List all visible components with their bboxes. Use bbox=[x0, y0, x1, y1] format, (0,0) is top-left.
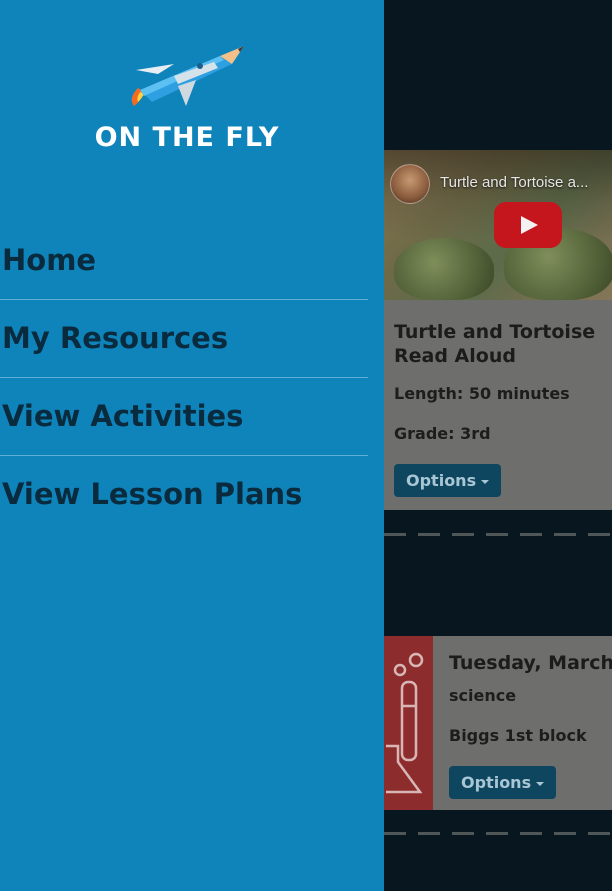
nav-item-home[interactable]: Home bbox=[0, 222, 368, 300]
channel-avatar bbox=[390, 164, 430, 204]
lesson-plan-subject: science bbox=[449, 686, 517, 705]
flask-icon bbox=[384, 636, 433, 810]
lesson-plan-card: Tuesday, March 9 science Biggs 1st block… bbox=[384, 636, 612, 810]
pencil-rocket-logo-icon bbox=[131, 46, 244, 106]
resource-length: Length: 50 minutes bbox=[394, 384, 570, 403]
video-embed[interactable]: Turtle and Tortoise a... bbox=[384, 150, 612, 300]
nav-item-my-resources[interactable]: My Resources bbox=[0, 300, 368, 378]
nav-item-view-activities[interactable]: View Activities bbox=[0, 378, 368, 456]
caret-down-icon bbox=[481, 479, 490, 484]
nav-menu: Home My Resources View Activities View L… bbox=[0, 222, 368, 533]
lesson-plan-date[interactable]: Tuesday, March 9 bbox=[449, 650, 612, 676]
options-button[interactable]: Options bbox=[394, 464, 502, 497]
app-logo[interactable]: ON THE FLY bbox=[92, 40, 282, 160]
brand-name: ON THE FLY bbox=[94, 122, 280, 153]
resource-card: Turtle and Tortoise a... Turtle and Tort… bbox=[384, 150, 612, 510]
options-button[interactable]: Options bbox=[449, 766, 557, 799]
play-icon[interactable] bbox=[494, 202, 562, 248]
divider bbox=[384, 832, 612, 835]
lesson-plan-block: Biggs 1st block bbox=[449, 726, 587, 745]
divider bbox=[384, 533, 612, 536]
resource-grade: Grade: 3rd bbox=[394, 424, 491, 443]
resource-title[interactable]: Turtle and Tortoise Read Aloud bbox=[394, 320, 612, 368]
video-title: Turtle and Tortoise a... bbox=[440, 174, 589, 191]
resource-card-body: Turtle and Tortoise Read Aloud Length: 5… bbox=[394, 320, 612, 497]
turtle-image bbox=[394, 238, 494, 300]
navigation-drawer: ON THE FLY Home My Resources View Activi… bbox=[0, 0, 384, 891]
caret-down-icon bbox=[536, 781, 545, 786]
options-label: Options bbox=[461, 773, 532, 792]
lesson-plan-body: Tuesday, March 9 science Biggs 1st block… bbox=[449, 650, 612, 799]
nav-item-view-lesson-plans[interactable]: View Lesson Plans bbox=[0, 456, 368, 533]
page-backdrop[interactable]: Turtle and Tortoise a... Turtle and Tort… bbox=[384, 0, 612, 891]
options-label: Options bbox=[406, 471, 477, 490]
